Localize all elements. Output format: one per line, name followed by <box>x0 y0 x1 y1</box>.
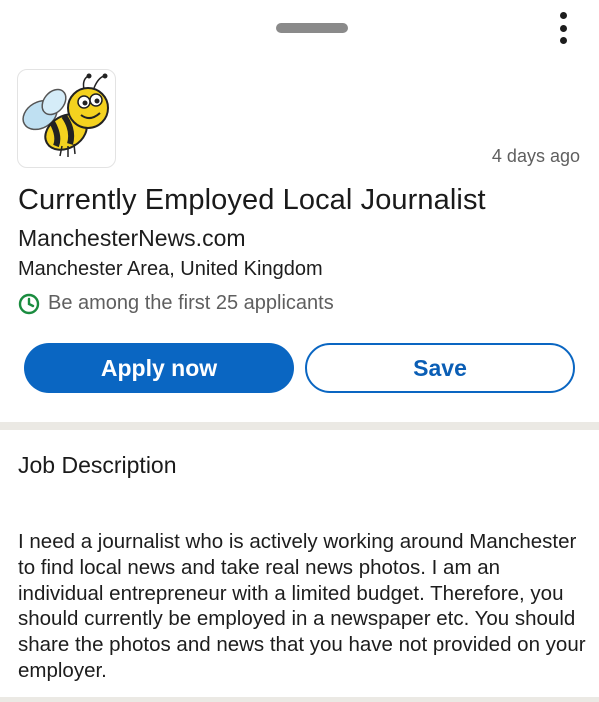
more-dot <box>559 37 567 44</box>
apply-now-button[interactable]: Apply now <box>24 343 294 393</box>
more-vertical-icon <box>559 12 567 19</box>
clock-icon <box>18 293 40 314</box>
apply-now-label: Apply now <box>100 354 218 381</box>
job-location: Manchester Area, United Kingdom <box>18 258 323 280</box>
section-divider <box>0 422 599 430</box>
save-label: Save <box>413 354 467 381</box>
job-description-heading: Job Description <box>18 452 177 478</box>
applicants-info: Be among the first 25 applicants <box>18 292 334 315</box>
more-options-button[interactable] <box>553 10 573 46</box>
company-name[interactable]: ManchesterNews.com <box>18 225 246 252</box>
applicants-text: Be among the first 25 applicants <box>48 292 334 314</box>
save-button[interactable]: Save <box>305 343 575 393</box>
bee-logo <box>22 73 109 157</box>
job-description-text: I need a journalist who is actively work… <box>18 530 586 682</box>
bottom-divider <box>0 697 599 702</box>
posted-time: 4 days ago <box>491 146 580 166</box>
company-logo <box>17 69 116 168</box>
drag-handle[interactable] <box>276 23 348 33</box>
job-title: Currently Employed Local Journalist <box>18 184 486 216</box>
more-dot <box>559 24 567 32</box>
